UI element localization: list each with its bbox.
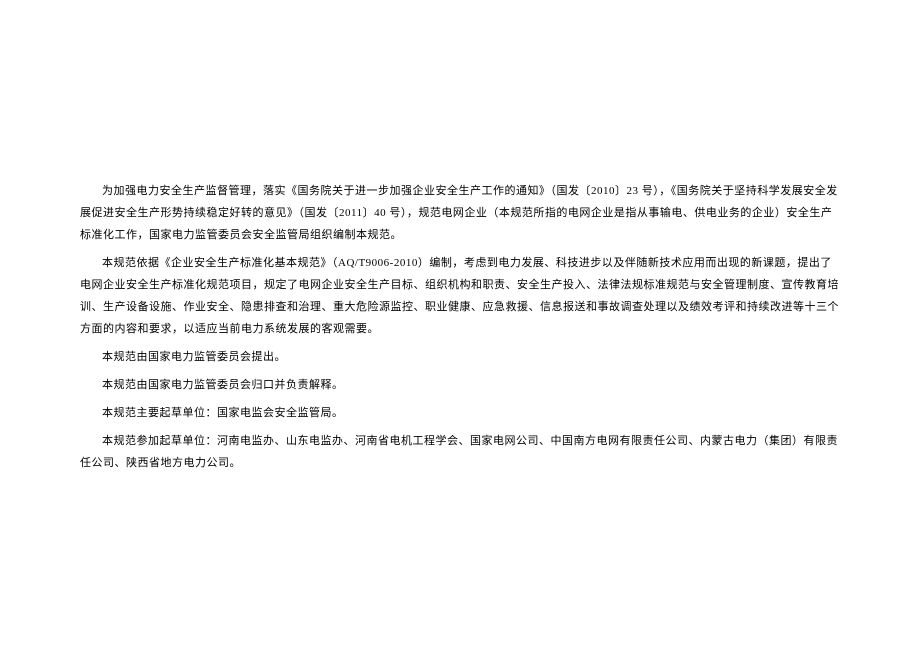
- paragraph-2: 本规范依据《企业安全生产标准化基本规范》（AQ/T9006-2010）编制，考虑…: [80, 252, 840, 340]
- paragraph-3: 本规范由国家电力监管委员会提出。: [80, 346, 840, 368]
- paragraph-6: 本规范参加起草单位：河南电监办、山东电监办、河南省电机工程学会、国家电网公司、中…: [80, 430, 840, 474]
- paragraph-5: 本规范主要起草单位：国家电监会安全监管局。: [80, 402, 840, 424]
- paragraph-1: 为加强电力安全生产监督管理，落实《国务院关于进一步加强企业安全生产工作的通知》（…: [80, 180, 840, 246]
- paragraph-4: 本规范由国家电力监管委员会归口并负责解释。: [80, 374, 840, 396]
- document-page: 为加强电力安全生产监督管理，落实《国务院关于进一步加强企业安全生产工作的通知》（…: [0, 0, 920, 600]
